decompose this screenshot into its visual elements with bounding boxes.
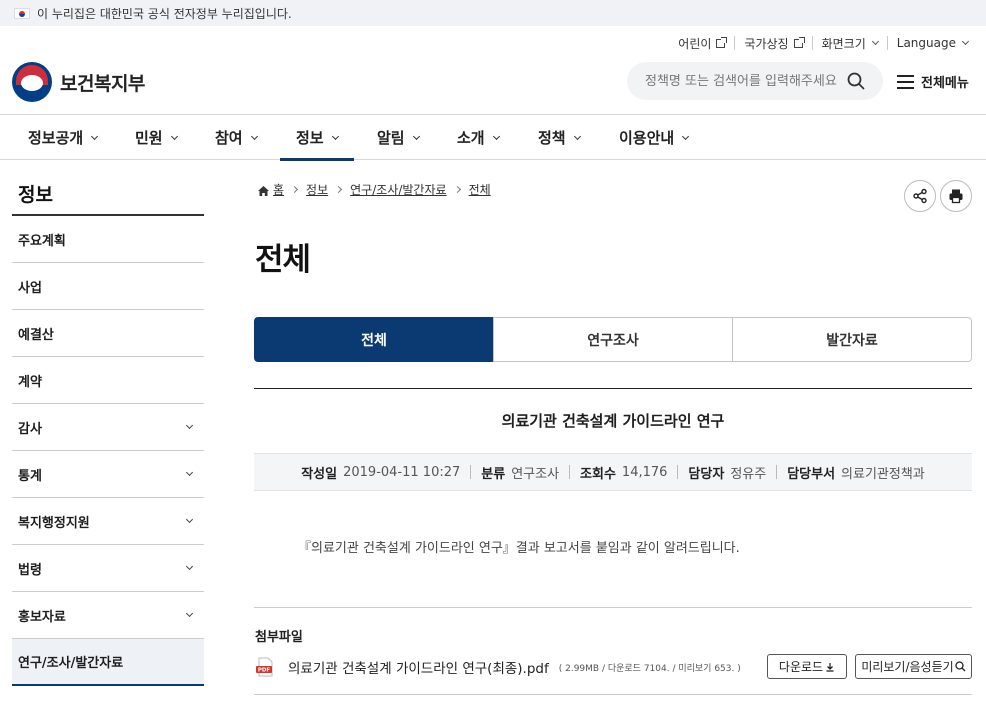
meta-views: 조회수 14,176	[569, 465, 677, 482]
hamburger-icon	[897, 74, 914, 89]
lnb-item-pr-materials[interactable]: 홍보자료	[12, 592, 204, 639]
article-body: 『의료기관 건축설계 가이드라인 연구』결과 보고서를 붙임과 같이 알려드립니…	[298, 541, 740, 556]
lnb-item-statistics[interactable]: 통계	[12, 451, 204, 498]
chevron-down-icon	[185, 562, 194, 571]
chevron-down-icon	[91, 132, 99, 140]
chevron-down-icon	[492, 132, 500, 140]
gnb-item-information[interactable]: 정보	[280, 115, 354, 161]
preview-button[interactable]: 미리보기/음성듣기	[855, 654, 972, 679]
gnb-item-participation[interactable]: 참여	[215, 115, 258, 160]
meta-manager: 담당자 정유주	[677, 465, 776, 482]
attachment-bottom-divider	[254, 694, 972, 695]
lnb-item-laws[interactable]: 법령	[12, 545, 204, 592]
lnb-item-projects[interactable]: 사업	[12, 263, 204, 310]
main-navigation: 정보공개 민원 참여 정보 알림 소개 정책 이용안내	[0, 114, 986, 161]
home-icon	[258, 185, 269, 196]
attachment-file-info: ( 2.99MB / 다운로드 7104. / 미리보기 653. )	[558, 663, 741, 674]
chevron-down-icon	[682, 132, 690, 140]
chevron-down-icon	[573, 132, 581, 140]
tab-publications[interactable]: 발간자료	[732, 317, 972, 362]
breadcrumb-current[interactable]: 전체	[469, 181, 491, 198]
chevron-down-icon	[412, 132, 420, 140]
gnb-item-about[interactable]: 소개	[457, 115, 500, 160]
page-title: 전체	[255, 242, 311, 278]
lnb-item-contracts[interactable]: 계약	[12, 357, 204, 404]
side-navigation: 주요계획 사업 예결산 계약 감사 통계 복지행정지원 법령 홍보자료 연구/조…	[12, 214, 204, 686]
chevron-down-icon	[170, 132, 178, 140]
taegeuk-logo-icon	[12, 62, 52, 102]
chevron-down-icon	[250, 132, 258, 140]
print-button[interactable]	[940, 180, 972, 212]
gnb-item-civil-service[interactable]: 민원	[135, 115, 178, 160]
breadcrumb-home[interactable]: 홈	[273, 181, 284, 198]
external-link-icon	[793, 36, 805, 48]
share-icon	[913, 188, 927, 204]
search-bar	[627, 62, 883, 100]
breadcrumb-research[interactable]: 연구/조사/발간자료	[350, 181, 446, 198]
tab-research[interactable]: 연구조사	[493, 317, 733, 362]
chevron-down-icon	[185, 515, 194, 524]
article-divider	[254, 388, 972, 389]
search-icon[interactable]	[847, 72, 865, 94]
lnb-item-audit[interactable]: 감사	[12, 404, 204, 451]
language-dropdown[interactable]: Language	[888, 36, 970, 50]
chevron-down-icon	[185, 609, 194, 618]
chevron-down-icon	[961, 37, 970, 46]
svg-text:PDF: PDF	[258, 668, 271, 674]
chevron-down-icon	[185, 421, 194, 430]
lnb-item-research-publications[interactable]: 연구/조사/발간자료	[12, 639, 204, 686]
download-button[interactable]: 다운로드	[767, 654, 847, 679]
gnb-item-notice[interactable]: 알림	[377, 115, 420, 160]
breadcrumb: 홈 정보 연구/조사/발간자료 전체	[258, 181, 491, 198]
category-tabs: 전체 연구조사 발간자료	[254, 317, 972, 362]
chevron-down-icon	[331, 132, 339, 140]
meta-category: 분류 연구조사	[470, 465, 569, 482]
lnb-item-welfare-admin[interactable]: 복지행정지원	[12, 498, 204, 545]
korean-flag-icon	[14, 7, 30, 19]
gnb-item-policy[interactable]: 정책	[538, 115, 581, 160]
meta-date: 작성일 2019-04-11 10:27	[301, 464, 461, 482]
gnb-item-info-disclosure[interactable]: 정보공개	[28, 115, 99, 160]
all-menu-button[interactable]: 전체메뉴	[897, 72, 969, 91]
attachment-divider	[254, 607, 972, 608]
tab-all[interactable]: 전체	[254, 317, 494, 362]
screen-size-dropdown[interactable]: 화면크기	[813, 36, 888, 51]
attachment-file-name[interactable]: 의료기관 건축설계 가이드라인 연구(최종).pdf	[288, 657, 549, 677]
download-icon	[826, 662, 834, 672]
chevron-down-icon	[185, 468, 194, 477]
pdf-file-icon: PDF	[256, 657, 274, 677]
chevron-right-icon	[335, 185, 343, 194]
share-button[interactable]	[904, 180, 936, 212]
chevron-right-icon	[453, 185, 461, 194]
chevron-right-icon	[291, 185, 299, 194]
lnb-item-budget[interactable]: 예결산	[12, 310, 204, 357]
lnb-title: 정보	[18, 184, 53, 206]
breadcrumb-information[interactable]: 정보	[306, 181, 328, 198]
gnb-item-usage-guide[interactable]: 이용안내	[619, 115, 690, 160]
chevron-down-icon	[871, 37, 879, 46]
kids-link[interactable]: 어린이	[669, 36, 736, 51]
meta-department: 담당부서 의료기관정책과	[776, 465, 935, 482]
article-meta: 작성일 2019-04-11 10:27 분류 연구조사 조회수 14,176 담당자…	[254, 453, 972, 491]
search-input[interactable]	[645, 73, 841, 89]
logo-text: 보건복지부	[60, 72, 145, 95]
article-title: 의료기관 건축설계 가이드라인 연구	[501, 412, 725, 430]
external-link-icon	[716, 36, 728, 48]
utility-links: 어린이 국가상징 화면크기 Language	[669, 36, 970, 51]
magnifier-icon	[955, 661, 966, 672]
site-logo[interactable]: 보건복지부	[12, 62, 145, 102]
lnb-item-main-plans[interactable]: 주요계획	[12, 216, 204, 263]
gov-banner-text: 이 누리집은 대한민국 공식 전자정부 누리집입니다.	[37, 6, 292, 21]
attachment-title: 첨부파일	[255, 630, 303, 645]
print-icon	[949, 189, 963, 204]
all-menu-label: 전체메뉴	[921, 76, 969, 91]
attachment-file-row: PDF 의료기관 건축설계 가이드라인 연구(최종).pdf ( 2.99MB …	[256, 654, 972, 680]
gov-banner: 이 누리집은 대한민국 공식 전자정부 누리집입니다.	[0, 0, 986, 26]
national-symbols-link[interactable]: 국가상징	[735, 36, 813, 51]
